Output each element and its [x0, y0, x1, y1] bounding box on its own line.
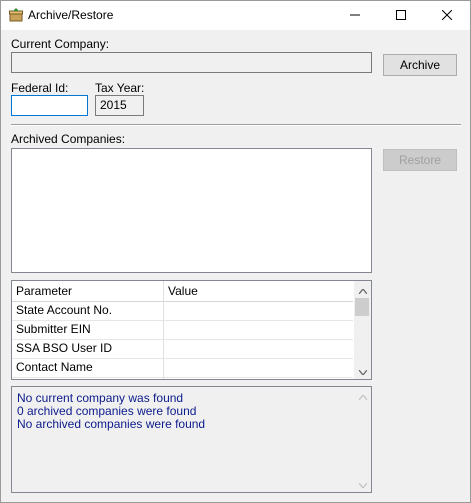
close-button[interactable] — [424, 1, 470, 30]
chevron-down-icon — [358, 477, 367, 491]
log-scroll-up-button[interactable] — [354, 387, 371, 404]
chevron-up-icon — [358, 389, 367, 403]
log-scroll-down-button[interactable] — [354, 475, 371, 492]
cell-parameter: State Account No. — [16, 303, 113, 317]
window-title: Archive/Restore — [28, 8, 114, 22]
cell-value[interactable] — [164, 339, 353, 358]
archived-companies-list[interactable] — [11, 148, 372, 273]
minimize-button[interactable] — [332, 1, 378, 30]
log-line: No archived companies were found — [17, 417, 206, 431]
maximize-icon — [396, 9, 406, 23]
maximize-button[interactable] — [378, 1, 424, 30]
minimize-icon — [350, 9, 360, 23]
cell-value[interactable] — [164, 358, 353, 377]
log-line: 0 archived companies were found — [17, 404, 197, 418]
parameter-grid[interactable]: Parameter Value State Account No. Submit… — [11, 280, 372, 380]
column-header-value[interactable]: Value — [164, 281, 353, 301]
cell-value[interactable] — [164, 301, 353, 320]
status-log[interactable]: No current company was found 0 archived … — [11, 386, 372, 493]
log-scrollbar[interactable] — [354, 387, 371, 492]
title-bar: Archive/Restore — [1, 1, 470, 30]
tax-year-label: Tax Year: — [95, 81, 145, 95]
archived-companies-label: Archived Companies: — [11, 132, 126, 146]
scroll-up-button[interactable] — [354, 281, 371, 298]
cell-parameter: Contact Name — [16, 360, 93, 374]
table-row[interactable]: Submitter EIN — [12, 320, 353, 340]
chevron-down-icon — [358, 364, 367, 378]
cell-value[interactable] — [164, 320, 353, 339]
table-row[interactable]: SSA BSO User ID — [12, 339, 353, 359]
table-row[interactable]: Contact Name — [12, 358, 353, 378]
grid-header: Parameter Value — [12, 281, 353, 302]
tax-year-field[interactable]: 2015 — [95, 95, 144, 116]
archive-restore-window: Archive/Restore Current Company: Archive… — [0, 0, 471, 503]
table-row[interactable]: State Account No. — [12, 301, 353, 321]
log-line: No current company was found — [17, 391, 184, 405]
restore-button[interactable]: Restore — [383, 149, 457, 171]
current-company-field[interactable] — [11, 52, 372, 73]
close-icon — [441, 9, 453, 23]
archive-box-icon — [9, 8, 23, 22]
chevron-up-icon — [358, 283, 367, 297]
column-header-parameter[interactable]: Parameter — [12, 281, 163, 301]
archive-button[interactable]: Archive — [383, 54, 457, 76]
federal-id-label: Federal Id: — [11, 81, 69, 95]
cell-parameter: SSA BSO User ID — [16, 341, 113, 355]
current-company-label: Current Company: — [11, 37, 110, 51]
federal-id-input[interactable] — [11, 95, 88, 116]
cell-parameter: Submitter EIN — [16, 322, 91, 336]
grid-scrollbar[interactable] — [354, 281, 371, 379]
section-divider — [11, 124, 461, 126]
scroll-down-button[interactable] — [354, 362, 371, 379]
scroll-thumb[interactable] — [355, 298, 369, 316]
